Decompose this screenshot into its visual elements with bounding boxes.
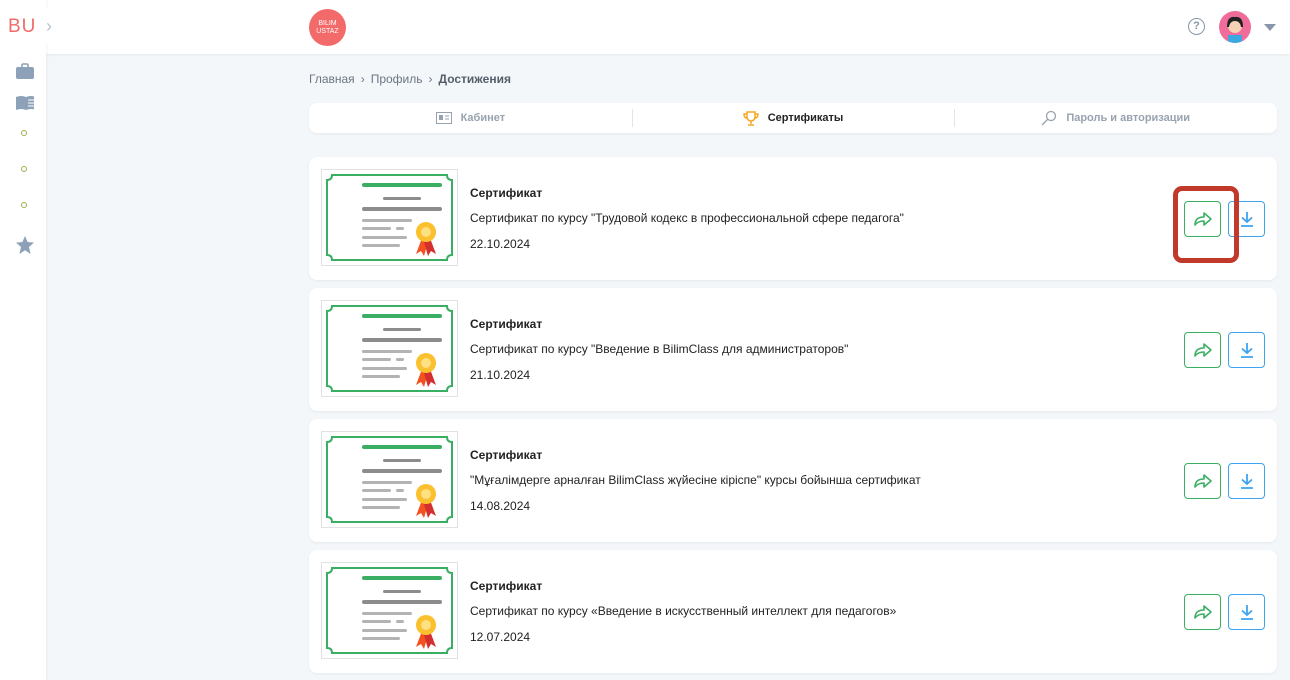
highlight-annotation <box>1173 186 1239 263</box>
certificate-date: 22.10.2024 <box>470 237 531 251</box>
certificate-title: Сертификат <box>470 448 543 462</box>
breadcrumb-profile[interactable]: Профиль <box>371 72 423 86</box>
tab-cabinet[interactable]: Кабинет <box>309 103 632 133</box>
chevron-down-icon[interactable] <box>1264 24 1276 31</box>
breadcrumb-home[interactable]: Главная <box>309 72 355 86</box>
certificate-card: Сертификат Сертификат по курсу "Трудовой… <box>309 157 1277 280</box>
download-icon <box>1240 343 1253 358</box>
download-icon <box>1240 605 1253 620</box>
certificate-description: Сертификат по курсу «Введение в искусств… <box>470 604 897 618</box>
certificate-title: Сертификат <box>470 186 543 200</box>
breadcrumb: Главная › Профиль › Достижения <box>309 72 511 86</box>
help-icon[interactable]: ? <box>1188 18 1205 35</box>
download-icon <box>1240 212 1253 227</box>
share-button[interactable] <box>1184 332 1221 368</box>
nav-dot-item[interactable] <box>21 202 27 208</box>
download-icon <box>1240 474 1253 489</box>
avatar[interactable] <box>1219 11 1251 43</box>
share-button[interactable] <box>1184 594 1221 630</box>
share-icon <box>1193 474 1212 488</box>
top-header: BILIM USTAZ ? <box>0 0 1290 54</box>
certificate-description: "Мұғалімдерге арналған BilimClass жүйесі… <box>470 473 921 487</box>
certificate-image-icon <box>326 174 453 261</box>
share-icon <box>1193 605 1212 619</box>
brand-line1: BILIM <box>318 20 337 27</box>
profile-tabs: Кабинет Сертификаты Пароль и авторизации <box>309 103 1277 133</box>
certificate-title: Сертификат <box>470 317 543 331</box>
sidebar: BU <box>0 0 46 680</box>
certificate-card: Сертификат Сертификат по курсу «Введение… <box>309 550 1277 673</box>
certificate-thumbnail[interactable] <box>321 169 458 266</box>
certificate-description: Сертификат по курсу "Введение в BilimCla… <box>470 342 849 356</box>
certificate-image-icon <box>326 305 453 392</box>
breadcrumb-current: Достижения <box>438 72 511 86</box>
download-button[interactable] <box>1228 332 1265 368</box>
tab-label: Кабинет <box>460 112 506 124</box>
brand-line2: USTAZ <box>316 28 339 35</box>
briefcase-icon[interactable] <box>16 62 34 80</box>
tab-label: Пароль и авторизации <box>1066 112 1191 124</box>
certificate-date: 14.08.2024 <box>470 499 531 513</box>
key-icon <box>1041 110 1057 126</box>
certificate-thumbnail[interactable] <box>321 562 458 659</box>
share-icon <box>1193 343 1212 357</box>
certificate-card: Сертификат "Мұғалімдерге арналған BilimC… <box>309 419 1277 542</box>
tab-password[interactable]: Пароль и авторизации <box>954 103 1277 133</box>
breadcrumb-separator: › <box>428 72 433 86</box>
breadcrumb-separator: › <box>360 72 365 86</box>
certificate-image-icon <box>326 436 453 523</box>
certificate-description: Сертификат по курсу "Трудовой кодекс в п… <box>470 211 904 225</box>
tab-certificates[interactable]: Сертификаты <box>631 103 955 133</box>
nav-dot-item[interactable] <box>21 130 27 136</box>
star-icon[interactable] <box>16 236 34 254</box>
app-logo[interactable]: BU <box>8 16 36 38</box>
certificate-date: 12.07.2024 <box>470 630 531 644</box>
certificate-thumbnail[interactable] <box>321 431 458 528</box>
download-button[interactable] <box>1228 463 1265 499</box>
certificate-title: Сертификат <box>470 579 543 593</box>
brand-logo[interactable]: BILIM USTAZ <box>309 9 346 46</box>
book-icon[interactable] <box>16 94 34 112</box>
certificate-image-icon <box>326 567 453 654</box>
certificate-card: Сертификат Сертификат по курсу "Введение… <box>309 288 1277 411</box>
certificate-thumbnail[interactable] <box>321 300 458 397</box>
download-button[interactable] <box>1228 594 1265 630</box>
nav-dot-item[interactable] <box>21 166 27 172</box>
certificate-date: 21.10.2024 <box>470 368 531 382</box>
tab-label: Сертификаты <box>767 112 844 124</box>
share-button[interactable] <box>1184 463 1221 499</box>
trophy-icon <box>742 110 759 126</box>
id-card-icon <box>435 112 452 124</box>
